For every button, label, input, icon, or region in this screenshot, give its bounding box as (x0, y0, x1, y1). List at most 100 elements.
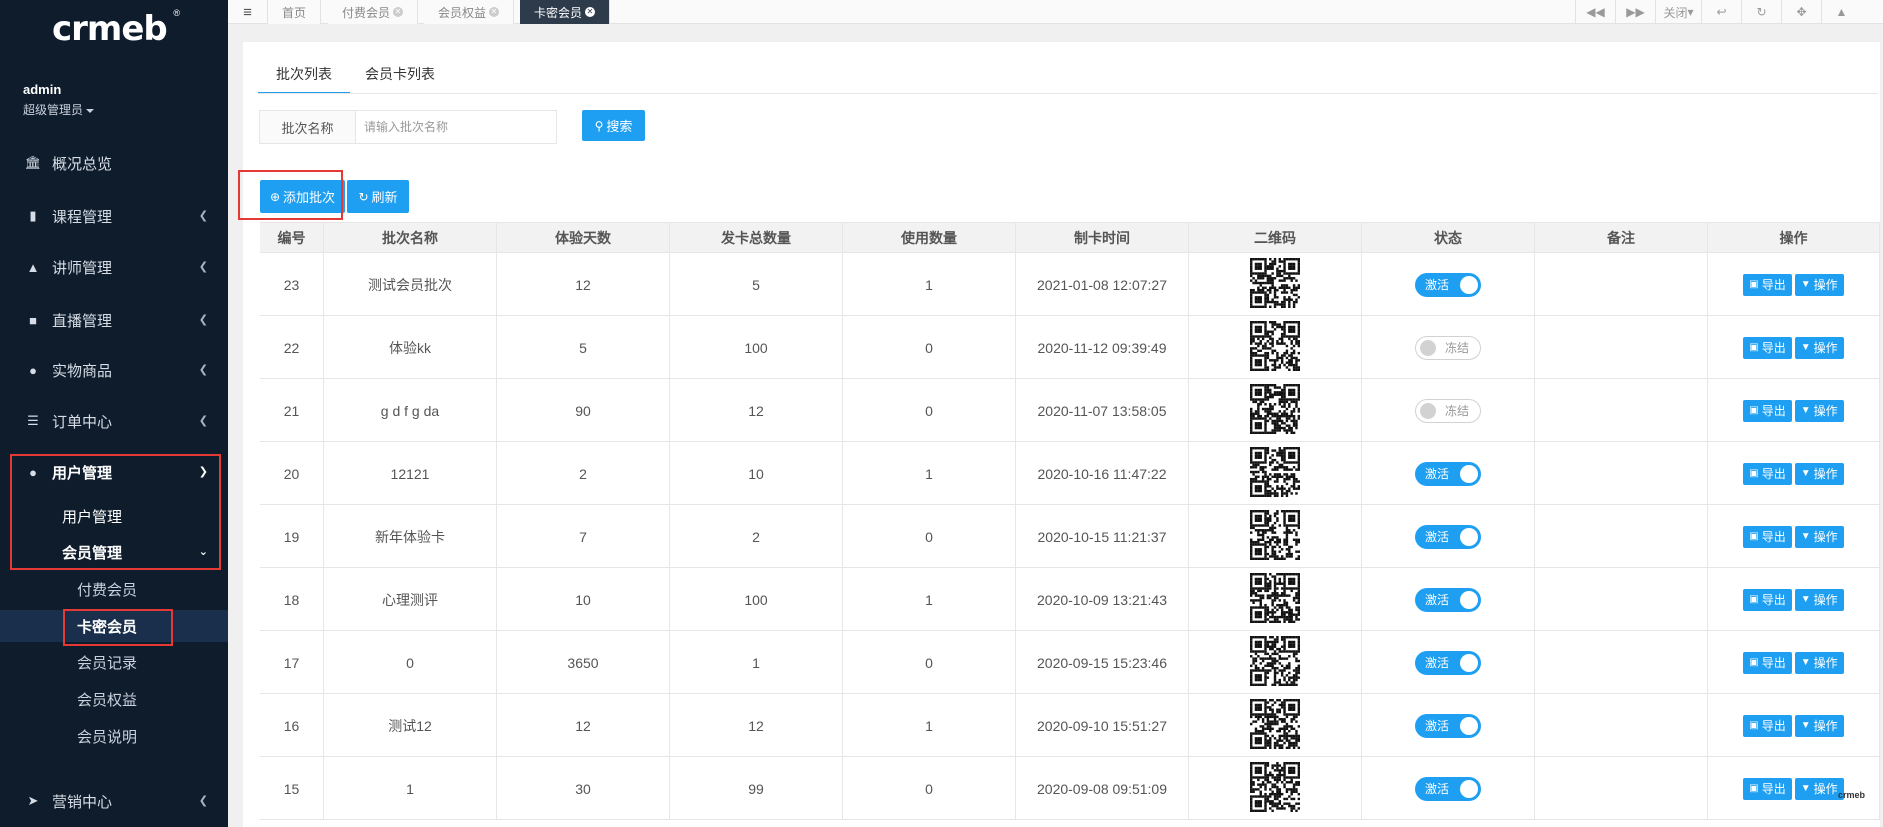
export-button[interactable]: ▣ 导出 (1743, 273, 1792, 296)
back-icon[interactable]: ↩ (1701, 0, 1741, 24)
qr-code-image[interactable] (1250, 384, 1301, 437)
tab-batch-list[interactable]: 批次列表 (258, 64, 350, 94)
add-batch-button[interactable]: ⊕ 添加批次 (260, 180, 345, 213)
sidebar-subitem-member-records[interactable]: 会员记录 (0, 646, 228, 678)
scroll-tabs-left-icon[interactable]: ◀◀ (1575, 0, 1615, 24)
sidebar-subitem-member-management[interactable]: 会员管理 ⌄ (0, 536, 228, 568)
export-button[interactable]: ▣ 导出 (1743, 462, 1792, 485)
column-header: 编号 (260, 223, 324, 253)
actions-dropdown-button[interactable]: ▼ 操作 (1794, 588, 1844, 611)
sidebar-item-marketing[interactable]: ➤ 营销中心 ❮ (0, 781, 228, 821)
export-button[interactable]: ▣ 导出 (1743, 525, 1792, 548)
cell-qr-code (1189, 442, 1362, 505)
toggle-knob (1420, 339, 1436, 356)
sidebar-subitem-paid-member[interactable]: 付费会员 (0, 573, 228, 605)
export-button[interactable]: ▣ 导出 (1743, 588, 1792, 611)
tab-card-list[interactable]: 会员卡列表 (365, 64, 435, 94)
cell-status: 激活 (1362, 568, 1535, 631)
actions-dropdown-button[interactable]: ▼ 操作 (1794, 336, 1844, 359)
actions-dropdown-button[interactable]: ▼ 操作 (1794, 714, 1844, 737)
sidebar-item-orders[interactable]: ☰ 订单中心 ❮ (0, 401, 228, 441)
tab-paid-member[interactable]: 付费会员 ✕ (328, 0, 419, 24)
column-header: 状态 (1362, 223, 1535, 253)
tab-member-benefits[interactable]: 会员权益 ✕ (424, 0, 515, 24)
search-button[interactable]: ⚲ 搜索 (582, 110, 645, 141)
sidebar-item-courses[interactable]: ▮ 课程管理 ❮ (0, 196, 228, 236)
sidebar: crmeb ® admin 超级管理员 🏛 概况总览 ▮ 课程管理 ❮ ▲ 讲师… (0, 0, 228, 827)
sidebar-item-teachers[interactable]: ▲ 讲师管理 ❮ (0, 247, 228, 287)
scroll-tabs-right-icon[interactable]: ▶▶ (1615, 0, 1655, 24)
search-input[interactable] (355, 110, 557, 144)
close-tabs-dropdown[interactable]: 关闭 ▾ (1655, 0, 1701, 24)
cell-batch-name: 测试会员批次 (324, 253, 497, 316)
batch-table: 编号 批次名称 体验天数 发卡总数量 使用数量 制卡时间 二维码 状态 备注 操作 23 测试会员批… (260, 222, 1880, 820)
sidebar-subitem-user-management[interactable]: 用户管理 (0, 500, 228, 532)
column-header: 制卡时间 (1016, 223, 1189, 253)
status-toggle[interactable]: 冻结 (1415, 335, 1481, 360)
qr-code-image[interactable] (1250, 258, 1301, 311)
qr-code-image[interactable] (1250, 573, 1301, 626)
actions-dropdown-button[interactable]: ▼ 操作 (1794, 525, 1844, 548)
video-camera-icon: ■ (29, 312, 37, 328)
user-role-dropdown[interactable]: 超级管理员 (23, 101, 95, 118)
sidebar-item-users[interactable]: ● 用户管理 ❯ (0, 452, 228, 492)
qr-code-image[interactable] (1250, 699, 1301, 752)
status-toggle[interactable]: 激活 (1415, 587, 1481, 612)
qr-code-image[interactable] (1250, 762, 1301, 815)
bank-icon: 🏛 (24, 155, 42, 170)
cell-used-count: 1 (843, 253, 1016, 316)
export-icon: ▣ (1749, 279, 1759, 290)
status-toggle[interactable]: 激活 (1415, 461, 1481, 486)
qr-code-image[interactable] (1250, 321, 1301, 374)
qr-code-image[interactable] (1250, 447, 1301, 500)
cell-note (1535, 757, 1708, 820)
tab-home[interactable]: 首页 (268, 0, 322, 24)
export-button[interactable]: ▣ 导出 (1743, 651, 1792, 674)
menu-toggle-icon[interactable]: ≡ (228, 0, 268, 24)
actions-dropdown-button[interactable]: ▼ 操作 (1794, 777, 1844, 800)
cell-total-cards: 5 (670, 253, 843, 316)
status-toggle[interactable]: 激活 (1415, 650, 1481, 675)
refresh-button[interactable]: ↻ 刷新 (347, 180, 409, 213)
export-button[interactable]: ▣ 导出 (1743, 336, 1792, 359)
refresh-icon[interactable]: ↻ (1741, 0, 1781, 24)
sidebar-item-overview[interactable]: 🏛 概况总览 (0, 143, 228, 183)
status-toggle[interactable]: 激活 (1415, 713, 1481, 738)
export-button[interactable]: ▣ 导出 (1743, 714, 1792, 737)
sidebar-item-goods[interactable]: ● 实物商品 ❮ (0, 350, 228, 390)
bell-icon[interactable]: ▲ (1821, 0, 1861, 24)
actions-dropdown-button[interactable]: ▼ 操作 (1794, 462, 1844, 485)
cell-note (1535, 505, 1708, 568)
cell-used-count: 1 (843, 442, 1016, 505)
cell-trial-days: 30 (497, 757, 670, 820)
fullscreen-icon[interactable]: ✥ (1781, 0, 1821, 24)
export-button[interactable]: ▣ 导出 (1743, 399, 1792, 422)
cell-status: 激活 (1362, 253, 1535, 316)
sidebar-subitem-member-description[interactable]: 会员说明 (0, 720, 228, 752)
export-button[interactable]: ▣ 导出 (1743, 777, 1792, 800)
search-icon: ⚲ (594, 118, 604, 133)
close-tab-icon[interactable]: ✕ (489, 7, 500, 17)
status-toggle[interactable]: 激活 (1415, 272, 1481, 297)
crmeb-logo[interactable]: crmeb ® (52, 8, 182, 50)
qr-code-image[interactable] (1250, 510, 1301, 563)
tab-card-member[interactable]: 卡密会员 ✕ (520, 0, 611, 24)
column-header: 二维码 (1189, 223, 1362, 253)
sidebar-subitem-member-benefits[interactable]: 会员权益 (0, 683, 228, 715)
close-tab-icon[interactable]: ✕ (585, 7, 596, 17)
status-toggle[interactable]: 激活 (1415, 524, 1481, 549)
cell-status: 激活 (1362, 757, 1535, 820)
plus-circle-icon: ⊕ (269, 189, 281, 204)
cell-used-count: 0 (843, 316, 1016, 379)
sidebar-item-live[interactable]: ■ 直播管理 ❮ (0, 300, 228, 340)
cell-id: 18 (260, 568, 324, 631)
qr-code-image[interactable] (1250, 636, 1301, 689)
caret-down-icon: ▼ (1800, 342, 1811, 353)
status-toggle[interactable]: 冻结 (1415, 398, 1481, 423)
close-tab-icon[interactable]: ✕ (393, 7, 404, 17)
actions-dropdown-button[interactable]: ▼ 操作 (1794, 273, 1844, 296)
sidebar-subitem-card-member[interactable]: 卡密会员 (0, 610, 228, 642)
actions-dropdown-button[interactable]: ▼ 操作 (1794, 651, 1844, 674)
actions-dropdown-button[interactable]: ▼ 操作 (1794, 399, 1844, 422)
status-toggle[interactable]: 激活 (1415, 776, 1481, 801)
